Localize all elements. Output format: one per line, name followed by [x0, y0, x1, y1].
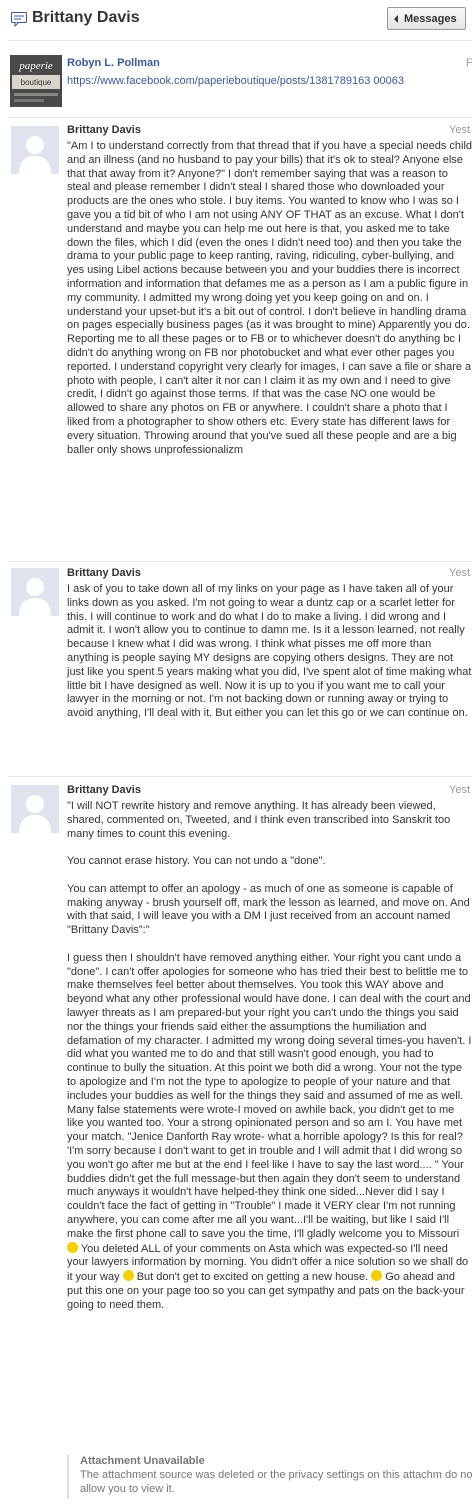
avatar[interactable]: [11, 568, 59, 616]
attachment-title: Attachment Unavailable: [80, 1455, 205, 1467]
divider: [8, 776, 472, 777]
divider: [8, 561, 472, 562]
message-timestamp: Yest: [449, 784, 471, 796]
smiley-icon: [67, 1241, 78, 1253]
message-timestamp: Yest: [449, 124, 471, 136]
message-author[interactable]: Brittany Davis: [67, 784, 141, 796]
chevron-left-icon: [394, 15, 398, 23]
attachment-text: The attachment source was deleted or the…: [80, 1469, 472, 1495]
shared-post-meta: F: [466, 57, 472, 69]
default-avatar-icon: [11, 785, 59, 833]
shared-post-link[interactable]: https://www.facebook.com/paperieboutique…: [67, 74, 427, 88]
back-to-messages-button[interactable]: Messages: [387, 7, 466, 30]
message-author[interactable]: Brittany Davis: [67, 567, 141, 579]
avatar[interactable]: [11, 785, 59, 833]
conversation-header: Brittany Davis Messages: [0, 0, 472, 40]
message-author[interactable]: Brittany Davis: [67, 124, 141, 136]
message-body: "I will NOT rewrite history and remove a…: [67, 800, 472, 1312]
logo-text-2: boutique: [21, 78, 52, 87]
logo-image: paperie boutique: [10, 55, 62, 107]
avatar[interactable]: [11, 126, 59, 174]
logo-text-1: paperie: [18, 60, 53, 72]
conversation-title: Brittany Davis: [32, 9, 140, 26]
message-text: "I will NOT rewrite history and remove a…: [67, 800, 472, 1240]
shared-author-name[interactable]: Robyn L. Pollman: [67, 57, 160, 69]
paperie-boutique-logo[interactable]: paperie boutique: [10, 55, 62, 107]
attachment-unavailable: Attachment Unavailable The attachment so…: [67, 1455, 472, 1499]
divider: [8, 40, 472, 41]
divider: [8, 117, 472, 118]
message-body: I ask of you to take down all of my link…: [67, 583, 472, 720]
default-avatar-icon: [11, 568, 59, 616]
messages-icon: [11, 12, 27, 27]
smiley-icon: [371, 1270, 383, 1282]
message-text: But don't get to excited on getting a ne…: [133, 1271, 372, 1284]
message-body: "Am I to understand correctly from that …: [67, 140, 472, 456]
message-timestamp: Yest: [449, 567, 471, 579]
default-avatar-icon: [11, 126, 59, 174]
smiley-icon: [122, 1270, 134, 1282]
back-button-label: Messages: [404, 12, 457, 25]
